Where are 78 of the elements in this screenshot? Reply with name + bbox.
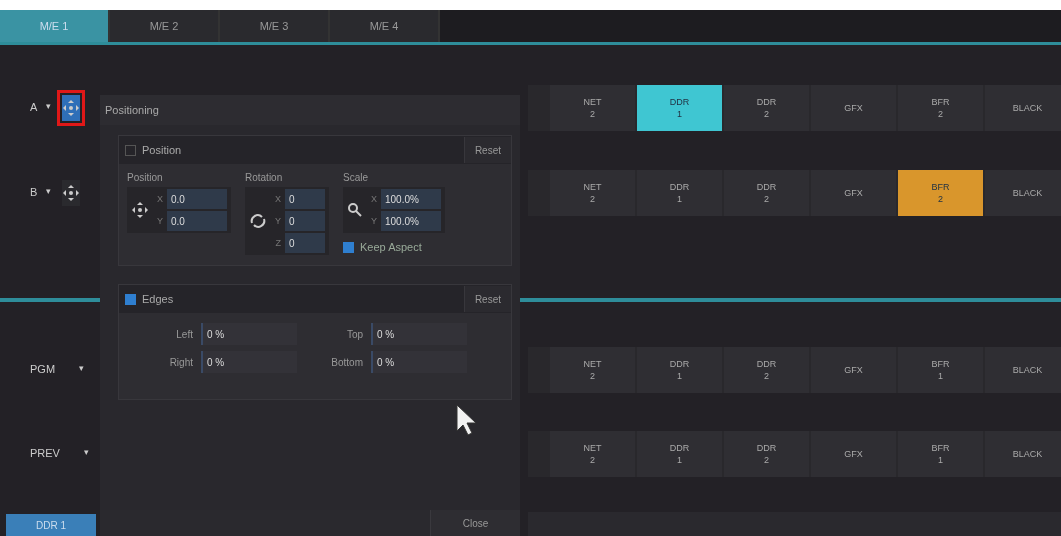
panel-title: Positioning — [100, 95, 520, 125]
source-button[interactable]: BLACK — [985, 431, 1061, 477]
row-label: B — [30, 185, 39, 200]
source-button[interactable]: BLACK — [985, 347, 1061, 393]
dropdown-caret[interactable]: ▾ — [77, 361, 87, 375]
axis-label: Z — [274, 238, 281, 248]
me-tab[interactable]: M/E 2 — [110, 10, 220, 42]
move-icon — [62, 99, 80, 117]
axis-label: Y — [156, 216, 163, 226]
section-title: Position — [142, 144, 183, 156]
me-tab[interactable]: M/E 3 — [220, 10, 330, 42]
source-button[interactable]: NET 2 — [550, 170, 635, 216]
source-tab[interactable]: DDR 1 — [6, 514, 96, 536]
input-field[interactable]: 0 % — [201, 323, 297, 345]
source-button[interactable]: DDR 1 — [637, 170, 722, 216]
source-button[interactable]: BLACK — [985, 85, 1061, 131]
axis-label: Y — [274, 216, 281, 226]
source-button[interactable]: BFR 2 — [898, 170, 983, 216]
field-label: Bottom — [330, 356, 363, 368]
source-button[interactable]: DDR 2 — [724, 431, 809, 477]
source-button[interactable]: BFR 2 — [898, 85, 983, 131]
positioning-button[interactable] — [62, 180, 80, 206]
source-button[interactable]: DDR 1 — [637, 85, 722, 131]
move-icon — [131, 201, 149, 219]
dropdown-caret[interactable]: ▾ — [44, 184, 53, 198]
source-button[interactable]: GFX — [811, 347, 896, 393]
source-button[interactable]: GFX — [811, 85, 896, 131]
source-button[interactable]: GFX — [811, 170, 896, 216]
input-field[interactable]: 100.0% — [381, 189, 441, 209]
source-button[interactable]: NET 2 — [550, 347, 635, 393]
checkbox-label: Keep Aspect — [360, 241, 422, 253]
dropdown-caret[interactable]: ▾ — [44, 99, 53, 113]
rotate-icon — [249, 213, 267, 229]
source-button[interactable]: DDR 1 — [637, 347, 722, 393]
source-button[interactable]: BFR 1 — [898, 431, 983, 477]
row-label: PREV — [30, 446, 60, 461]
axis-label: X — [156, 194, 163, 204]
field-label: Top — [345, 328, 363, 340]
axis-label: X — [274, 194, 281, 204]
axis-label: X — [370, 194, 377, 204]
row-label: A — [30, 100, 39, 115]
checkbox[interactable] — [125, 144, 136, 156]
section-title: Edges — [142, 293, 175, 305]
close-button[interactable]: Close — [430, 510, 520, 536]
move-icon — [62, 184, 80, 202]
group-label: Rotation — [245, 172, 284, 183]
field-label: Left — [175, 328, 193, 340]
group-label: Position — [127, 172, 164, 183]
dropdown-caret[interactable]: ▾ — [81, 445, 91, 459]
source-button[interactable]: NET 2 — [550, 85, 635, 131]
input-field[interactable]: 0.0 — [167, 189, 227, 209]
reset-button[interactable]: Reset — [463, 137, 511, 163]
field-label: Right — [168, 356, 193, 368]
input-field[interactable]: 100.0% — [381, 211, 441, 231]
input-field[interactable]: 0 — [285, 233, 325, 253]
group-label: Scale — [343, 172, 369, 183]
input-field[interactable]: 0 — [285, 189, 325, 209]
input-field[interactable]: 0 % — [371, 323, 467, 345]
input-field[interactable]: 0 — [285, 211, 325, 231]
source-button[interactable]: GFX — [811, 431, 896, 477]
source-button[interactable]: DDR 1 — [637, 431, 722, 477]
row-label: PGM — [30, 362, 56, 377]
source-button[interactable]: BLACK — [985, 170, 1061, 216]
reset-button[interactable]: Reset — [463, 286, 511, 312]
input-field[interactable]: 0 % — [201, 351, 297, 373]
me-tab[interactable]: M/E 4 — [330, 10, 440, 42]
source-button[interactable]: DDR 2 — [724, 85, 809, 131]
checkbox[interactable] — [125, 293, 136, 305]
source-button[interactable]: DDR 2 — [724, 170, 809, 216]
input-field[interactable]: 0 % — [371, 351, 467, 373]
zoom-icon — [347, 202, 363, 218]
input-field[interactable]: 0.0 — [167, 211, 227, 231]
source-button[interactable]: BFR 1 — [898, 347, 983, 393]
mouse-pointer-icon — [456, 404, 478, 436]
checkbox[interactable] — [343, 241, 354, 253]
source-button[interactable]: NET 2 — [550, 431, 635, 477]
axis-label: Y — [370, 216, 377, 226]
source-button[interactable]: DDR 2 — [724, 347, 809, 393]
